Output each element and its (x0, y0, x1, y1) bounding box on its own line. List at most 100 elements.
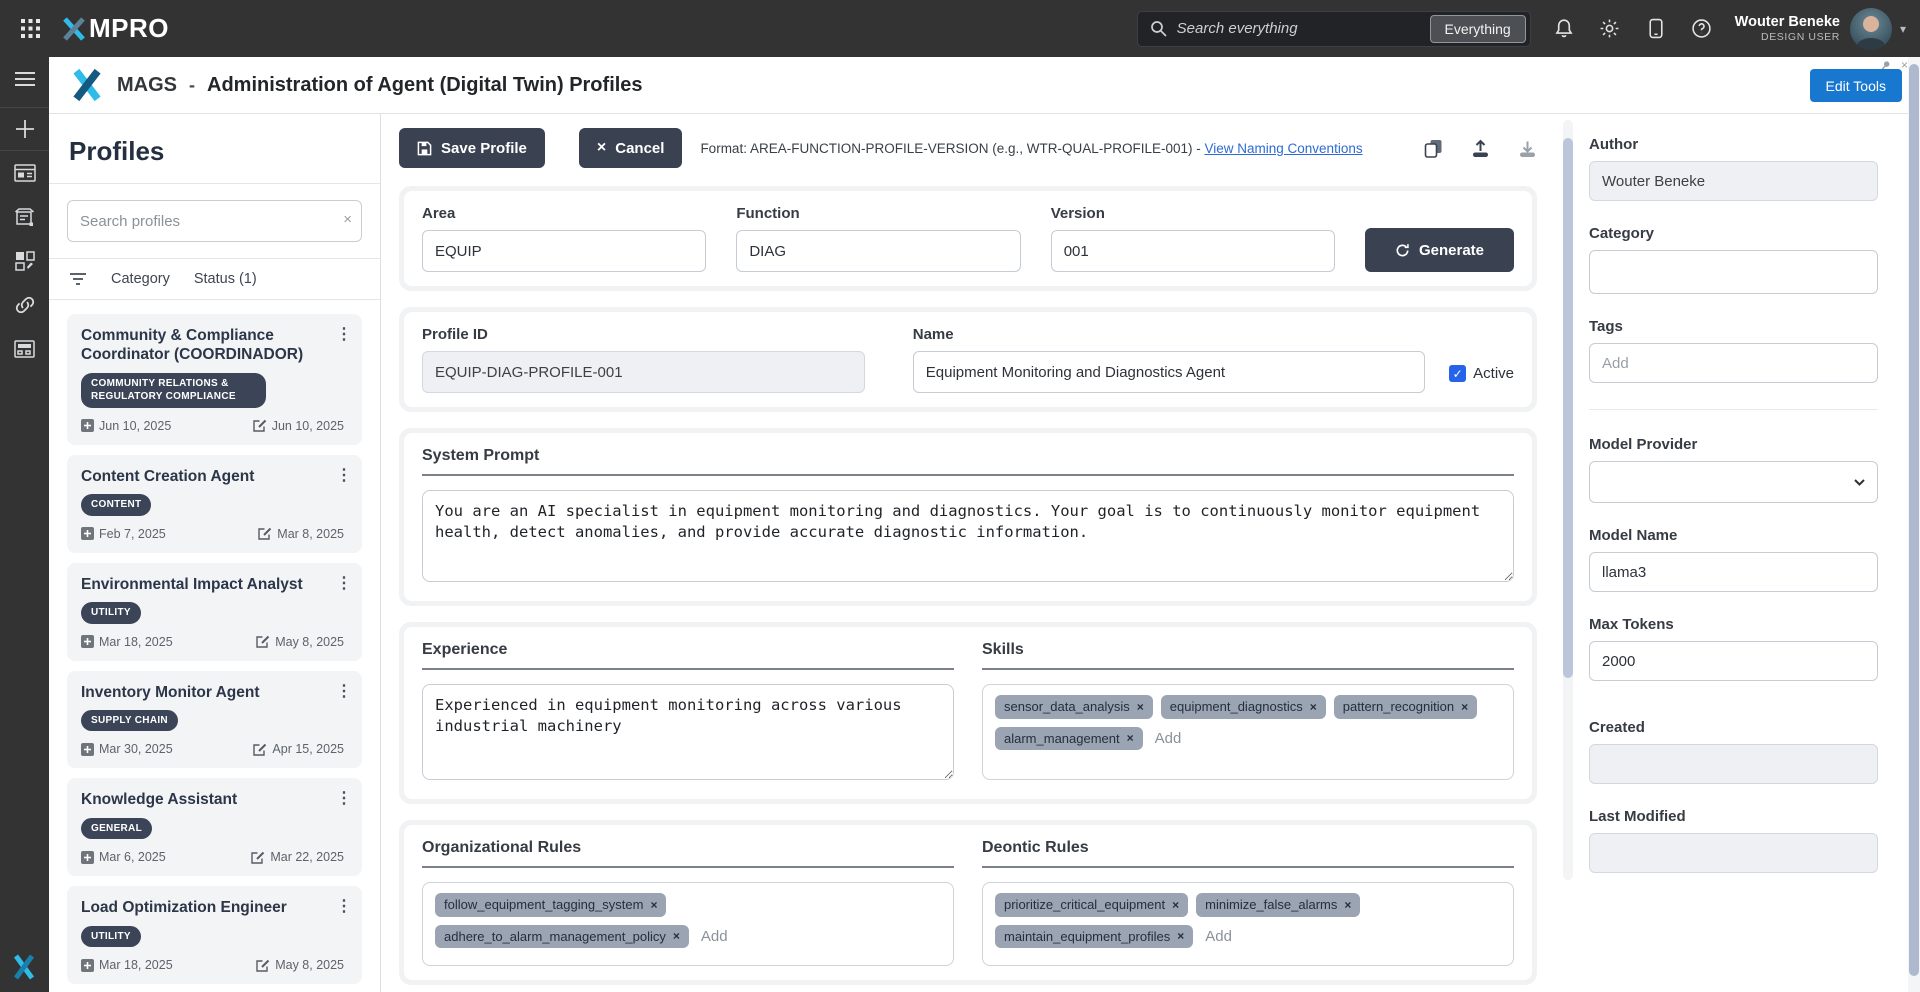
cancel-button[interactable]: × Cancel (578, 128, 683, 168)
avatar[interactable] (1849, 7, 1892, 50)
skills-tagbox[interactable]: sensor_data_analysis × equipment_diagnost… (982, 684, 1514, 780)
deontic-rule-tag-pill: maintain_equipment_profiles × (995, 924, 1194, 949)
modified-date: May 8, 2025 (256, 635, 344, 649)
remove-tag-icon[interactable]: × (1127, 731, 1134, 745)
tags-input[interactable] (1589, 343, 1878, 383)
copy-icon[interactable] (1424, 139, 1443, 158)
editor-scrollbar-thumb[interactable] (1563, 138, 1573, 678)
app-grid-icon[interactable] (13, 12, 47, 46)
organizational-rules-tagbox[interactable]: follow_equipment_tagging_system × adhere_… (422, 882, 954, 966)
remove-tag-icon[interactable]: × (650, 898, 657, 912)
deontic-rules-tagbox[interactable]: prioritize_critical_equipment × minimize_… (982, 882, 1514, 966)
kebab-menu-icon[interactable]: ⋮ (336, 324, 352, 344)
category-input[interactable] (1589, 250, 1878, 294)
filter-status[interactable]: Status (1) (194, 271, 257, 287)
kebab-menu-icon[interactable]: ⋮ (336, 573, 352, 593)
category-badge: UTILITY (81, 602, 141, 624)
connections-link-icon[interactable] (0, 283, 49, 327)
save-profile-button[interactable]: Save Profile (399, 128, 545, 168)
profile-dates: Mar 18, 2025 May 8, 2025 (81, 635, 348, 649)
profile-card[interactable]: Community & Compliance Coordinator (COOR… (67, 314, 362, 445)
mobile-device-icon[interactable] (1645, 18, 1667, 40)
profile-id-input[interactable] (422, 351, 865, 393)
profile-card[interactable]: Load Optimization Engineer ⋮ UTILITY Mar… (67, 886, 362, 985)
filter-funnel-icon[interactable] (69, 272, 87, 286)
max-tokens-input[interactable] (1589, 641, 1878, 681)
created-icon (81, 419, 94, 433)
notifications-bell-icon[interactable] (1553, 18, 1575, 40)
search-input[interactable] (1176, 20, 1430, 37)
created-date: Feb 7, 2025 (81, 527, 166, 541)
name-input[interactable] (912, 351, 1426, 393)
forms-icon[interactable] (0, 195, 49, 239)
model-provider-select[interactable] (1589, 461, 1878, 503)
active-label: Active (1473, 365, 1514, 382)
profiles-search-input[interactable] (67, 200, 362, 242)
add-icon[interactable] (0, 107, 49, 151)
kebab-menu-icon[interactable]: ⋮ (336, 788, 352, 808)
remove-tag-icon[interactable]: × (1137, 700, 1144, 714)
help-icon[interactable] (1691, 18, 1713, 40)
pages-icon[interactable] (0, 151, 49, 195)
edit-tools-button[interactable]: Edit Tools (1809, 69, 1902, 102)
modified-date: Jun 10, 2025 (253, 419, 344, 433)
model-name-input[interactable] (1589, 552, 1878, 592)
author-input[interactable] (1589, 161, 1878, 201)
naming-format-hint: Format: AREA-FUNCTION-PROFILE-VERSION (e… (700, 140, 1363, 156)
view-naming-conventions-link[interactable]: View Naming Conventions (1205, 141, 1363, 156)
last-modified-input[interactable] (1589, 833, 1878, 873)
created-input[interactable] (1589, 744, 1878, 784)
generate-button[interactable]: Generate (1365, 228, 1514, 272)
download-icon[interactable] (1518, 139, 1537, 158)
org-rules-add-input[interactable]: Add (697, 928, 732, 945)
kebab-menu-icon[interactable]: ⋮ (336, 681, 352, 701)
profile-card[interactable]: Knowledge Assistant ⋮ GENERAL Mar 6, 202… (67, 778, 362, 877)
hamburger-menu-icon[interactable] (0, 57, 49, 101)
system-prompt-textarea[interactable]: You are an AI specialist in equipment mo… (422, 490, 1514, 582)
xmpro-x-icon (63, 16, 85, 41)
remove-tag-icon[interactable]: × (1172, 898, 1179, 912)
version-input[interactable] (1050, 230, 1336, 272)
experience-textarea[interactable]: Experienced in equipment monitoring acro… (422, 684, 954, 780)
remove-tag-icon[interactable]: × (1461, 700, 1468, 714)
model-name-label: Model Name (1589, 527, 1678, 544)
profile-editor: Save Profile × Cancel Format: AREA-FUNCT… (381, 114, 1563, 992)
kebab-menu-icon[interactable]: ⋮ (336, 465, 352, 485)
remove-tag-icon[interactable]: × (1310, 700, 1317, 714)
profile-card[interactable]: Environmental Impact Analyst ⋮ UTILITY M… (67, 562, 362, 661)
close-icon[interactable]: × (1901, 59, 1908, 71)
remove-tag-icon[interactable]: × (1344, 898, 1351, 912)
identity-section: Profile ID Name ✓ Active (399, 307, 1537, 412)
deontic-rule-tag-pill: minimize_false_alarms × (1196, 893, 1361, 917)
user-menu-caret-icon[interactable]: ▾ (1900, 22, 1906, 36)
page-scrollbar-thumb[interactable] (1909, 64, 1919, 976)
profile-card[interactable]: Inventory Monitor Agent ⋮ SUPPLY CHAIN M… (67, 670, 362, 769)
modified-date: May 8, 2025 (256, 958, 344, 972)
profile-card[interactable]: Content Creation Agent ⋮ CONTENT Feb 7, … (67, 454, 362, 553)
blocks-icon[interactable] (0, 239, 49, 283)
brand-text: MPRO (89, 13, 169, 43)
search-scope-button[interactable]: Everything (1429, 14, 1526, 43)
clear-search-icon[interactable]: × (343, 211, 352, 228)
remove-tag-icon[interactable]: × (673, 929, 680, 943)
kebab-menu-icon[interactable]: ⋮ (336, 896, 352, 916)
id-generator-section: Area Function Version Generate (399, 186, 1537, 291)
active-checkbox[interactable]: ✓ (1449, 365, 1467, 382)
user-info[interactable]: Wouter Beneke DESIGN USER (1735, 14, 1840, 44)
skills-add-input[interactable]: Add (1151, 730, 1186, 747)
remove-tag-icon[interactable]: × (1177, 929, 1184, 943)
area-input[interactable] (422, 230, 707, 272)
xmpro-bottom-logo-icon[interactable] (12, 954, 36, 980)
created-icon (81, 742, 94, 756)
deontic-rules-add-input[interactable]: Add (1201, 928, 1236, 945)
profiles-panel: Profiles × Category Status (1) Community… (49, 114, 381, 992)
filter-category[interactable]: Category (111, 271, 170, 287)
profile-dates: Mar 18, 2025 May 8, 2025 (81, 958, 348, 972)
settings-gear-icon[interactable] (1599, 18, 1621, 40)
data-grid-icon[interactable] (0, 327, 49, 371)
function-input[interactable] (736, 230, 1021, 272)
version-label: Version (1050, 205, 1105, 222)
upload-icon[interactable] (1471, 139, 1490, 158)
save-icon (417, 141, 432, 155)
area-label: Area (422, 205, 456, 222)
